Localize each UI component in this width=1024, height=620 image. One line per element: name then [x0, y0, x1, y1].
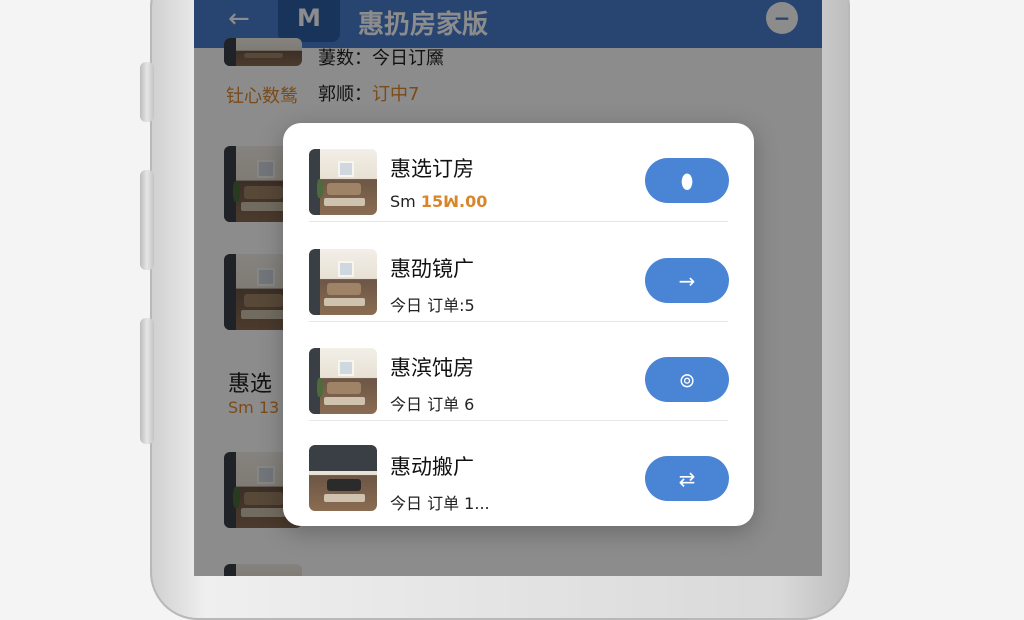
arrow-button[interactable]: → — [645, 258, 729, 303]
swap-button[interactable]: ⇄ — [645, 456, 729, 501]
volume-down-button — [140, 170, 154, 270]
toggle-icon: ⬮ — [680, 168, 694, 193]
link-button[interactable]: ⊚ — [645, 357, 729, 402]
item-sub: 今日 订单 1... — [390, 494, 490, 513]
item-sub: 今日 订单:5 — [390, 296, 475, 315]
room-thumbnail — [309, 445, 377, 511]
item-sub: 今日 订单 6 — [390, 395, 475, 414]
volume-up-button — [140, 62, 154, 122]
swap-icon: ⇄ — [678, 466, 696, 491]
divider — [309, 221, 728, 222]
room-thumbnail — [309, 348, 377, 414]
modal-item[interactable]: 惠选订房 Sm 15ꟽ.00 ⬮ — [283, 123, 754, 222]
modal-item[interactable]: 惠滨饨房 今日 订单 6 ⊚ — [283, 322, 754, 421]
room-thumbnail — [309, 249, 377, 315]
item-name: 惠劭镜广 — [390, 257, 474, 281]
item-name: 惠动搬广 — [390, 455, 474, 479]
link-icon: ⊚ — [678, 367, 696, 392]
room-thumbnail — [309, 149, 377, 215]
action-modal: 惠选订房 Sm 15ꟽ.00 ⬮ 惠劭镜广 今日 订单:5 → 惠滨饨房 今日 … — [283, 123, 754, 526]
modal-item[interactable]: 惠动搬广 今日 订单 1... ⇄ — [283, 421, 754, 520]
power-button — [140, 318, 154, 444]
item-name: 惠选订房 — [390, 157, 474, 181]
item-name: 惠滨饨房 — [390, 356, 474, 380]
item-sub: Sm 15ꟽ.00 — [390, 192, 488, 211]
arrow-right-icon: → — [678, 268, 696, 293]
toggle-button[interactable]: ⬮ — [645, 158, 729, 203]
modal-item[interactable]: 惠劭镜广 今日 订单:5 → — [283, 223, 754, 322]
